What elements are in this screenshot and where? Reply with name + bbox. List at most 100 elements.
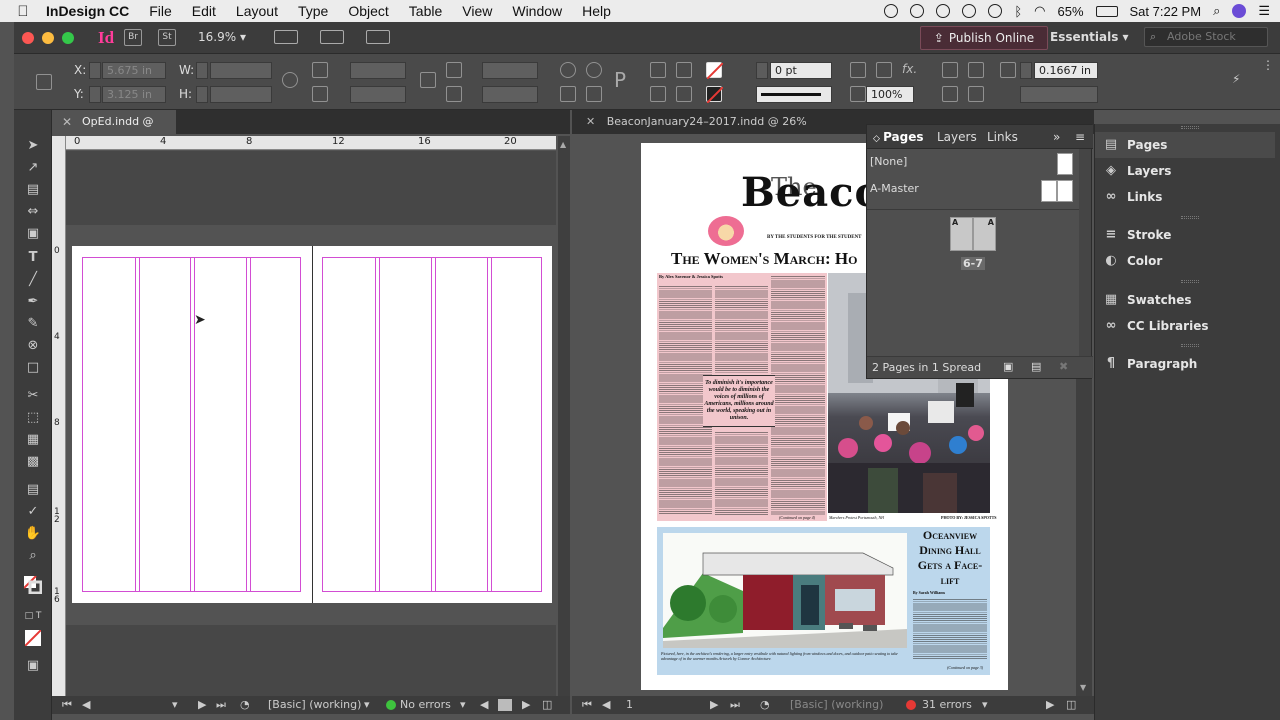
page-dropdown-icon[interactable]: ▾	[172, 698, 178, 711]
dock-grip[interactable]	[1181, 126, 1199, 129]
flip-horizontal-icon[interactable]	[560, 86, 576, 102]
last-page-icon[interactable]: ⏭	[216, 698, 226, 712]
last-page-icon[interactable]: ⏭	[730, 698, 740, 712]
split-window-icon[interactable]: ◫	[1066, 698, 1076, 711]
apply-none-icon[interactable]	[24, 629, 42, 647]
adobe-stock-search-input[interactable]: ⌕ Adobe Stock	[1144, 27, 1268, 47]
split-window-icon[interactable]: ◫	[542, 698, 552, 711]
master-a-left-thumbnail[interactable]	[1041, 180, 1057, 202]
shear-field[interactable]	[482, 86, 538, 103]
battery-percent[interactable]: 65%	[1057, 4, 1083, 19]
select-content-icon[interactable]	[650, 86, 666, 102]
menu-help[interactable]: Help	[582, 3, 611, 19]
stroke-weight-field[interactable]: 0 pt	[770, 62, 832, 79]
scale-y-field[interactable]	[350, 86, 406, 103]
delete-page-icon[interactable]: ✖	[1059, 360, 1068, 373]
reference-point-icon[interactable]	[36, 74, 52, 90]
profile-dropdown-icon[interactable]: ▾	[364, 698, 370, 711]
y-field[interactable]: 3.125 in	[102, 86, 166, 103]
dock-grip[interactable]	[1181, 344, 1199, 347]
page-7-thumbnail[interactable]: A	[973, 217, 996, 251]
dock-grip[interactable]	[1181, 216, 1199, 219]
scroll-right-icon[interactable]: ▶	[1046, 698, 1054, 711]
scroll-left-icon[interactable]: ◀	[480, 698, 488, 711]
panel-menu-icon[interactable]: ⋮	[1262, 58, 1274, 72]
dock-item-swatches[interactable]: ▦ Swatches	[1095, 287, 1275, 313]
y-stepper[interactable]	[89, 86, 101, 103]
dock-item-cc-libraries[interactable]: ∞ CC Libraries	[1095, 313, 1275, 339]
spacing-field[interactable]: 0.1667 in	[1034, 62, 1098, 79]
siri-icon[interactable]	[1232, 4, 1247, 18]
prev-page-icon[interactable]: ◀	[82, 698, 90, 711]
shear-icon[interactable]	[446, 86, 462, 102]
zoom-level[interactable]: 16.9% ▾	[198, 30, 246, 44]
errors-dropdown-icon[interactable]: ▾	[460, 698, 466, 711]
eyedropper-tool-icon[interactable]: ✓	[24, 504, 42, 520]
select-previous-icon[interactable]	[676, 62, 692, 78]
minimize-window-button[interactable]	[42, 32, 54, 44]
panel-scrollbar[interactable]	[1079, 149, 1091, 357]
master-a-right-thumbnail[interactable]	[1057, 180, 1073, 202]
collapse-panel-icon[interactable]: »	[1053, 130, 1060, 144]
drop-shadow-icon[interactable]	[876, 62, 892, 78]
error-status[interactable]: No errors	[400, 698, 451, 711]
direct-selection-tool-icon[interactable]: ↗	[24, 160, 42, 176]
zoom-window-button[interactable]	[62, 32, 74, 44]
dock-item-paragraph[interactable]: ¶ Paragraph	[1095, 351, 1275, 377]
first-page-icon[interactable]: ⏮	[582, 698, 592, 712]
fill-stroke-swatches-icon[interactable]	[23, 575, 43, 595]
formatting-affects-container-icon[interactable]: □ T	[24, 608, 42, 624]
drive-icon[interactable]	[962, 4, 977, 18]
page-6-thumbnail[interactable]: A	[950, 217, 973, 251]
prev-page-icon[interactable]: ◀	[602, 698, 610, 711]
effects-fx-icon[interactable]: fx.	[902, 62, 917, 76]
pencil-tool-icon[interactable]: ✎	[24, 316, 42, 332]
flip-vertical-icon[interactable]	[586, 86, 602, 102]
first-page-icon[interactable]: ⏮	[62, 698, 72, 712]
close-tab-icon[interactable]: ✕	[62, 110, 72, 134]
menu-window[interactable]: Window	[512, 3, 562, 19]
type-tool-icon[interactable]: T	[24, 250, 42, 266]
view-options-icon[interactable]	[274, 30, 298, 44]
dock-item-pages[interactable]: ▤ Pages	[1095, 132, 1275, 158]
wifi-icon[interactable]: ◠	[1034, 3, 1045, 19]
menu-object[interactable]: Object	[348, 3, 388, 19]
constrain-proportions-icon[interactable]	[282, 72, 298, 88]
preflight-icon[interactable]: ◔	[240, 698, 250, 711]
scale-y-icon[interactable]	[312, 86, 328, 102]
publish-online-button[interactable]: ⇪ Publish Online	[920, 26, 1048, 50]
tab-pages[interactable]: ◇ Pages	[873, 130, 924, 144]
align-middle-icon[interactable]	[968, 86, 984, 102]
dock-item-layers[interactable]: ◈ Layers	[1095, 158, 1275, 184]
battery-icon[interactable]	[1095, 5, 1118, 17]
tab-oped[interactable]: ✕ OpEd.indd @ 17%	[52, 110, 176, 152]
vertical-ruler[interactable]: 0 4 8 1 2 1 6	[52, 136, 66, 698]
align-top-icon[interactable]	[942, 86, 958, 102]
line-tool-icon[interactable]: ╱	[24, 272, 42, 288]
page-size-icon[interactable]: ▣	[1003, 360, 1013, 373]
scissors-tool-icon[interactable]: ✂	[24, 388, 42, 404]
preflight-icon[interactable]: ◔	[760, 698, 770, 711]
record-icon[interactable]	[884, 4, 899, 18]
fit-content-icon[interactable]	[850, 62, 866, 78]
rotation-icon[interactable]	[446, 62, 462, 78]
dock-item-stroke[interactable]: ≡ Stroke	[1095, 222, 1275, 248]
content-collector-icon[interactable]: ▣	[24, 226, 42, 242]
errors-dropdown-icon[interactable]: ▾	[982, 698, 988, 711]
dock-item-color[interactable]: ◐ Color	[1095, 248, 1275, 274]
menu-view[interactable]: View	[462, 3, 492, 19]
rectangle-frame-tool-icon[interactable]: ⊗	[24, 338, 42, 354]
gradient-feather-tool-icon[interactable]: ▩	[24, 454, 42, 470]
master-a[interactable]: A-Master	[870, 182, 919, 195]
clock[interactable]: Sat 7:22 PM	[1130, 4, 1202, 19]
bluetooth-icon[interactable]: ᛒ	[1014, 4, 1022, 19]
error-status[interactable]: 31 errors	[922, 698, 972, 711]
page-tool-icon[interactable]: ▤	[24, 182, 42, 198]
panel-menu-icon[interactable]: ≡	[1075, 130, 1085, 144]
dock-item-links[interactable]: ∞ Links	[1095, 184, 1275, 210]
bridge-button[interactable]: Br	[124, 29, 142, 46]
new-page-icon[interactable]: ▤	[1031, 360, 1041, 373]
stroke-weight-stepper[interactable]	[756, 62, 768, 79]
select-container-icon[interactable]	[650, 62, 666, 78]
preflight-profile[interactable]: [Basic] (working)	[790, 698, 883, 711]
